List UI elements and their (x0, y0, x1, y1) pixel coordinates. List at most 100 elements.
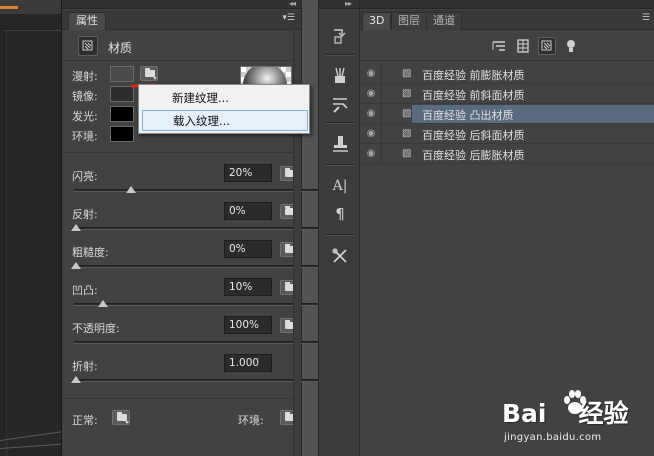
ruler-marker (0, 6, 18, 9)
panel-menu-icon[interactable]: ☰ (642, 13, 650, 23)
canvas-edge-line (4, 30, 61, 31)
roughness-input[interactable] (224, 240, 272, 258)
divider (62, 152, 301, 153)
layer-row-selected[interactable]: ◉ ▧ 百度经验 凸出材质 (360, 104, 654, 124)
brush-presets-icon[interactable] (330, 66, 350, 86)
layer-row[interactable]: ◉ ▧ 百度经验 前膨胀材质 (360, 64, 654, 84)
tool-separator (325, 234, 355, 236)
character-icon[interactable]: A| (330, 176, 350, 196)
diffuse-texture-button[interactable] (140, 66, 158, 81)
roughness-slider-track[interactable] (74, 265, 352, 268)
eye-icon[interactable]: ◉ (364, 147, 378, 161)
layer-name: 百度经验 后斜面材质 (422, 129, 525, 142)
material-icon: ▧ (402, 68, 412, 79)
refraction-label: 折射: (72, 360, 98, 373)
opacity-input[interactable] (224, 316, 272, 334)
properties-header: 材质 (62, 31, 301, 61)
eye-icon[interactable]: ◉ (364, 67, 378, 81)
light-icon[interactable] (562, 37, 580, 55)
watermark-logo-left: Bai (502, 399, 547, 428)
material-icon (78, 36, 98, 56)
reflection-label: 反射: (72, 208, 98, 221)
diffuse-color-swatch[interactable] (110, 66, 134, 82)
shine-slider-thumb[interactable] (125, 186, 136, 193)
visibility-toggle[interactable]: ◉ (360, 104, 382, 124)
material-icon: ▧ (402, 88, 412, 99)
tab-channels[interactable]: 通道 (426, 12, 462, 30)
material-icon[interactable] (538, 37, 556, 55)
layer-name: 百度经验 前膨胀材质 (422, 69, 525, 82)
refraction-slider-thumb[interactable] (71, 376, 81, 383)
caret-down-icon (153, 77, 157, 80)
refraction-slider-track[interactable] (74, 379, 352, 382)
material-icon: ▧ (402, 148, 412, 159)
properties-tab-row: 属性 ▾☰ (62, 10, 301, 30)
scene-icon[interactable] (490, 37, 508, 55)
refraction-slider-row: 折射: (71, 352, 357, 390)
bump-slider-track[interactable] (74, 303, 352, 306)
layer-name: 百度经验 后膨胀材质 (422, 149, 525, 162)
divider (62, 398, 301, 399)
expand-arrows-icon[interactable]: ▸▸ (345, 0, 352, 8)
visibility-toggle[interactable]: ◉ (360, 64, 382, 84)
shine-label: 闪亮: (72, 170, 98, 183)
tools-icon[interactable] (330, 246, 350, 266)
texture-map-row: 正常: 环境: (72, 410, 357, 428)
opacity-slider-track[interactable] (74, 341, 352, 344)
canvas-line (0, 431, 61, 441)
ambient-color-swatch[interactable] (110, 126, 134, 142)
roughness-label: 粗糙度: (72, 246, 109, 259)
document-canvas[interactable] (0, 0, 62, 456)
layer-name: 百度经验 凸出材质 (422, 109, 514, 122)
reflection-input[interactable] (224, 202, 272, 220)
reflection-slider-track[interactable] (74, 227, 352, 230)
tool-separator (325, 54, 355, 56)
collapse-arrows-icon[interactable]: ◂◂ (289, 0, 296, 8)
eye-icon[interactable]: ◉ (364, 127, 378, 141)
3d-tab-row: 3D 图层 通道 ☰ (360, 10, 654, 30)
bump-slider-thumb[interactable] (98, 300, 109, 307)
tab-3d[interactable]: 3D (362, 12, 392, 30)
caret-down-icon (125, 421, 129, 424)
layer-row[interactable]: ◉ ▧ 百度经验 后膨胀材质 (360, 144, 654, 164)
dock-titlebar[interactable]: ▸▸ (319, 0, 359, 9)
brush-icon[interactable] (330, 94, 350, 114)
paragraph-icon[interactable]: ¶ (330, 204, 350, 224)
roughness-slider-thumb[interactable] (71, 262, 81, 269)
normal-label: 正常: (72, 414, 98, 427)
bump-input[interactable] (224, 278, 272, 296)
visibility-toggle[interactable]: ◉ (360, 84, 382, 104)
menu-item-load-texture[interactable]: 载入纹理... (142, 110, 308, 131)
specular-color-swatch[interactable] (110, 86, 134, 102)
texture-menu: 新建纹理... 载入纹理... (138, 84, 310, 134)
illumination-color-swatch[interactable] (110, 106, 134, 122)
paw-icon (564, 390, 586, 414)
panel-menu-icon[interactable]: ▾☰ (282, 13, 295, 23)
menu-item-new-texture[interactable]: 新建纹理... (142, 88, 308, 109)
tab-layers[interactable]: 图层 (391, 12, 427, 30)
3d-rotate-icon[interactable] (330, 26, 350, 46)
layer-row[interactable]: ◉ ▧ 百度经验 后斜面材质 (360, 124, 654, 144)
tab-properties[interactable]: 属性 (68, 12, 106, 30)
reflection-slider-thumb[interactable] (71, 224, 81, 231)
bump-label: 凹凸: (72, 284, 98, 297)
panel-titlebar[interactable] (360, 0, 654, 9)
normal-texture-button[interactable] (112, 410, 130, 425)
folder-icon (145, 68, 155, 77)
material-icon: ▧ (402, 128, 412, 139)
visibility-toggle[interactable]: ◉ (360, 144, 382, 164)
shine-input[interactable] (224, 164, 272, 182)
tool-dock: ▸▸ A| ¶ (318, 0, 360, 456)
visibility-toggle[interactable]: ◉ (360, 124, 382, 144)
clone-source-icon[interactable] (330, 134, 350, 154)
eye-icon[interactable]: ◉ (364, 107, 378, 121)
watermark-url: jingyan.baidu.com (504, 432, 602, 443)
layer-row[interactable]: ◉ ▧ 百度经验 前斜面材质 (360, 84, 654, 104)
folder-icon (117, 412, 127, 421)
shine-slider-track[interactable] (74, 189, 352, 192)
panel-titlebar[interactable]: ◂◂ (62, 0, 301, 9)
mesh-icon[interactable] (514, 37, 532, 55)
refraction-input[interactable] (224, 354, 272, 372)
3d-filter-toolbar (360, 31, 654, 61)
eye-icon[interactable]: ◉ (364, 87, 378, 101)
